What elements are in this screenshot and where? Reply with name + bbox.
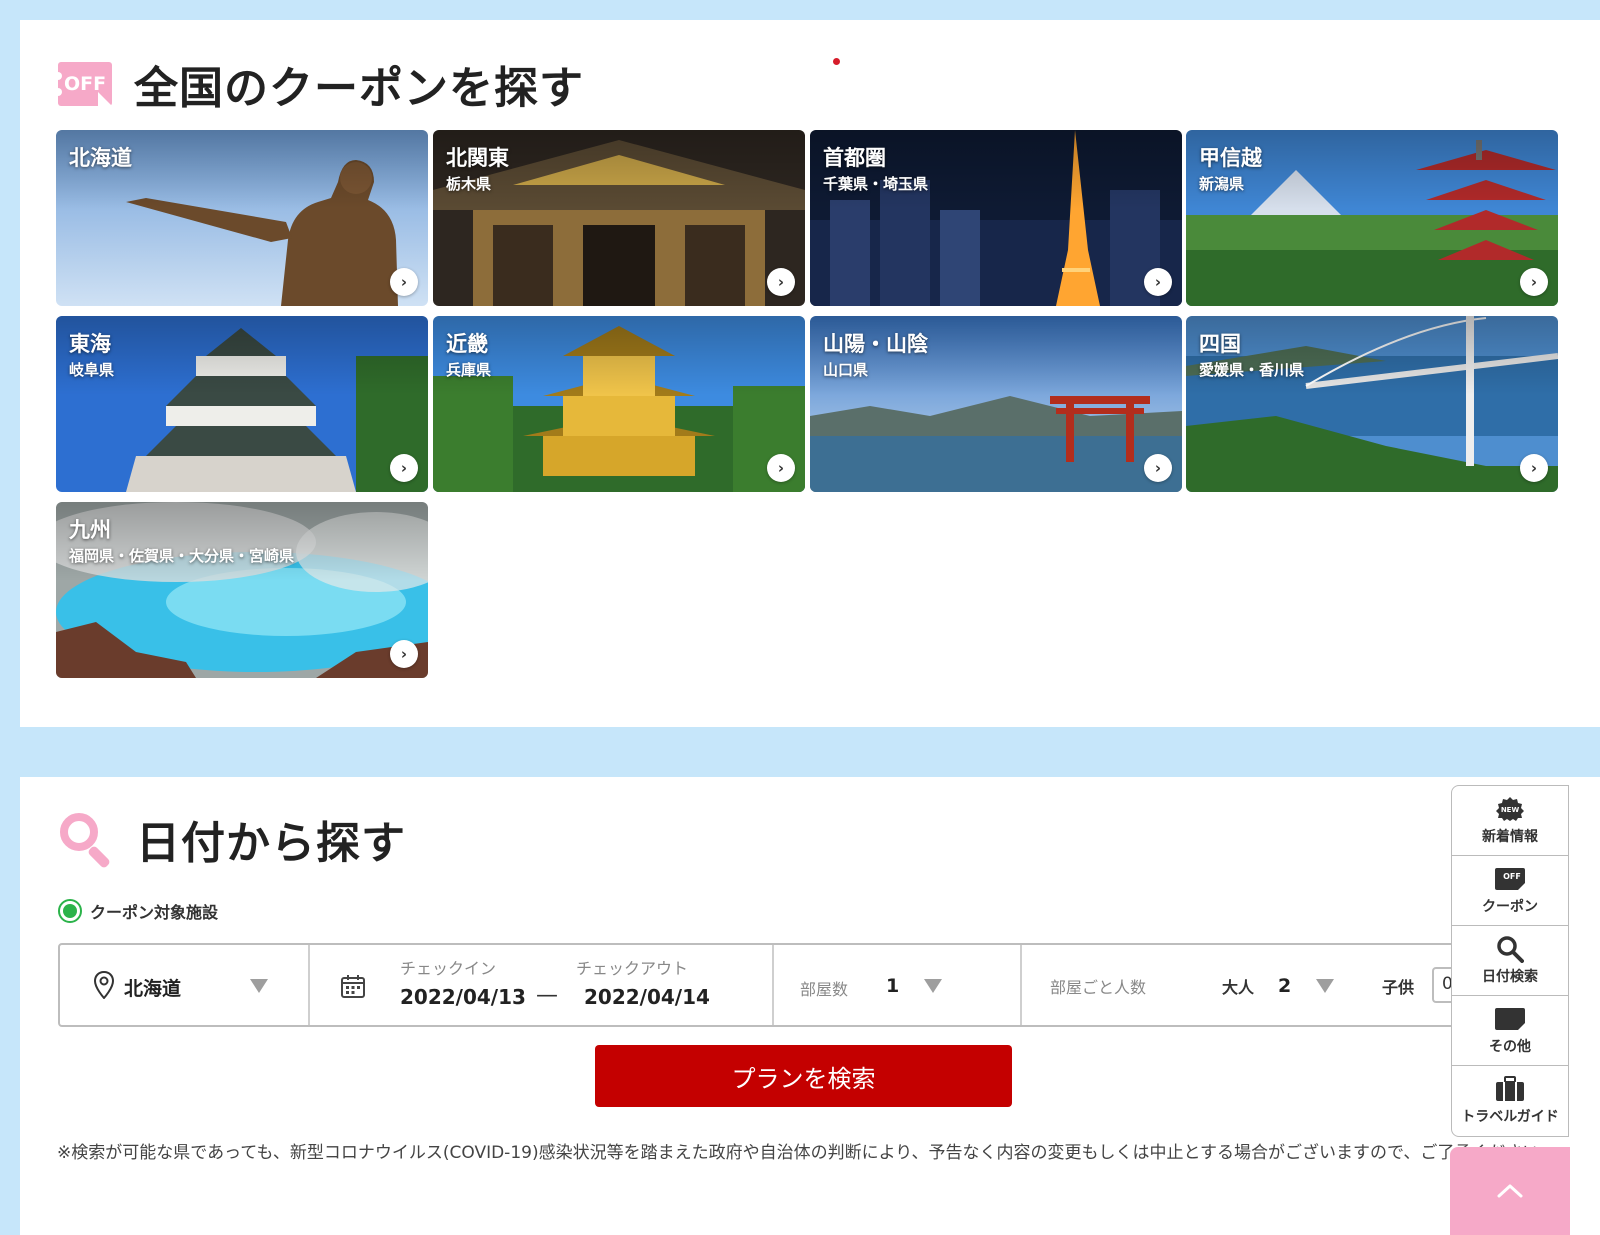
dropdown-arrow-icon — [924, 979, 942, 993]
coupon-section-title: 全国のクーポンを探す — [134, 63, 584, 114]
decorative-dot — [833, 58, 840, 65]
chevron-right-icon: › — [1144, 268, 1172, 296]
chevron-right-icon: › — [390, 454, 418, 482]
checkout-label: チェックアウト — [576, 959, 689, 978]
dropdown-arrow-icon — [1316, 979, 1334, 993]
search-form: 北海道 チェックイン 2022/04/13 — チェックアウト 2022/04/… — [58, 943, 1472, 1027]
location-value: 北海道 — [124, 978, 182, 1000]
side-nav-date-search[interactable]: 日付検索 — [1452, 926, 1568, 996]
checkout-value: 2022/04/14 — [584, 985, 710, 1009]
other-icon — [1494, 1006, 1526, 1032]
floating-side-nav: NEW 新着情報 OFF クーポン 日付検索 その他 トラベルガイド — [1451, 785, 1569, 1137]
chevron-right-icon: › — [390, 268, 418, 296]
region-tile-hokkaido[interactable]: 北海道 › — [56, 130, 428, 306]
region-tile-tokai[interactable]: 東海 岐阜県 › — [56, 316, 428, 492]
chevron-up-icon — [1497, 1184, 1523, 1198]
back-to-top-button[interactable] — [1450, 1147, 1570, 1235]
date-separator: — — [536, 983, 558, 1008]
region-prefectures: 愛媛県・香川県 — [1199, 361, 1305, 379]
date-section-title: 日付から探す — [136, 818, 406, 869]
region-tile-shutoken[interactable]: 首都圏 千葉県・埼玉県 › — [810, 130, 1182, 306]
covid-notice: ※検索が可能な県であっても、新型コロナウイルス(COVID-19)感染状況等を踏… — [57, 1143, 1557, 1163]
side-nav-other[interactable]: その他 — [1452, 996, 1568, 1066]
region-name: 北海道 — [69, 146, 132, 170]
side-nav-label: 新着情報 — [1482, 828, 1538, 845]
map-pin-icon — [94, 971, 114, 999]
side-nav-label: トラベルガイド — [1461, 1109, 1559, 1125]
region-name: 九州 — [69, 518, 111, 542]
region-prefectures: 山口県 — [823, 361, 869, 379]
rooms-select[interactable]: 部屋数 1 — [774, 945, 1020, 1025]
adults-label: 大人 — [1222, 978, 1255, 997]
region-tile-koshinetsu[interactable]: 甲信越 新潟県 › — [1186, 130, 1558, 306]
side-nav-label: クーポン — [1482, 898, 1538, 915]
coupon-section: OFF 全国のクーポンを探す 北海道 › 北関東 栃木県 › 首都圏 千葉県・埼… — [20, 20, 1600, 727]
region-tile-shikoku[interactable]: 四国 愛媛県・香川県 › — [1186, 316, 1558, 492]
region-name: 首都圏 — [823, 146, 886, 170]
adults-select[interactable]: 大人 2 — [1210, 945, 1340, 1025]
region-name: 東海 — [69, 332, 111, 356]
dropdown-arrow-icon — [250, 979, 268, 993]
side-nav-label: 日付検索 — [1482, 968, 1538, 985]
coupon-icon: OFF — [1494, 866, 1526, 892]
side-nav-travel-guide[interactable]: トラベルガイド — [1452, 1066, 1568, 1136]
date-section-header: 日付から探す — [58, 807, 406, 871]
region-name: 山陽・山陰 — [823, 332, 928, 356]
chevron-right-icon: › — [1144, 454, 1172, 482]
region-name: 甲信越 — [1199, 146, 1262, 170]
region-name: 北関東 — [446, 146, 509, 170]
off-coupon-icon: OFF — [54, 62, 112, 106]
region-prefectures: 兵庫県 — [446, 361, 492, 379]
date-search-section: 日付から探す クーポン対象施設 北海道 チェックイン 2022/04/13 — … — [20, 777, 1600, 1235]
chevron-right-icon: › — [767, 268, 795, 296]
calendar-icon — [341, 975, 365, 998]
luggage-icon — [1495, 1076, 1525, 1102]
checkin-value: 2022/04/13 — [400, 985, 526, 1009]
region-name: 四国 — [1199, 332, 1241, 356]
location-select[interactable]: 北海道 — [60, 945, 308, 1025]
region-prefectures: 新潟県 — [1199, 175, 1245, 193]
chevron-right-icon: › — [390, 640, 418, 668]
svg-text:OFF: OFF — [1503, 872, 1521, 881]
region-tile-sanyo-sanin[interactable]: 山陽・山陰 山口県 › — [810, 316, 1182, 492]
search-plans-button[interactable]: プランを検索 — [595, 1045, 1012, 1107]
side-nav-label: その他 — [1489, 1038, 1531, 1055]
region-name: 近畿 — [446, 332, 488, 356]
side-nav-news[interactable]: NEW 新着情報 — [1452, 786, 1568, 856]
coupon-section-header: OFF 全国のクーポンを探す — [54, 52, 584, 116]
region-prefectures: 千葉県・埼玉県 — [823, 175, 929, 193]
search-icon — [1496, 935, 1524, 963]
svg-text:NEW: NEW — [1501, 806, 1520, 814]
region-tile-kita-kanto[interactable]: 北関東 栃木県 › — [433, 130, 805, 306]
region-prefectures: 福岡県・佐賀県・大分県・宮崎県 — [69, 547, 295, 565]
chevron-right-icon: › — [1520, 268, 1548, 296]
chevron-right-icon: › — [1520, 454, 1548, 482]
region-tile-kinki[interactable]: 近畿 兵庫県 › — [433, 316, 805, 492]
region-prefectures: 岐阜県 — [69, 361, 115, 379]
region-tile-kyushu[interactable]: 九州 福岡県・佐賀県・大分県・宮崎県 › — [56, 502, 428, 678]
magnifier-icon — [58, 811, 114, 870]
children-label: 子供 — [1382, 978, 1415, 997]
side-nav-coupon[interactable]: OFF クーポン — [1452, 856, 1568, 926]
date-range-picker[interactable]: チェックイン 2022/04/13 — チェックアウト 2022/04/14 — [310, 945, 772, 1025]
new-badge-icon: NEW — [1495, 796, 1525, 822]
chevron-right-icon: › — [767, 454, 795, 482]
coupon-facility-label: クーポン対象施設 — [90, 903, 219, 922]
rooms-label: 部屋数 — [800, 980, 849, 999]
region-prefectures: 栃木県 — [446, 175, 492, 193]
guests-label: 部屋ごと人数 — [1050, 978, 1147, 997]
rooms-value: 1 — [886, 975, 900, 997]
checkin-label: チェックイン — [400, 959, 497, 978]
coupon-facility-option[interactable]: クーポン対象施設 — [58, 899, 218, 923]
adults-value: 2 — [1278, 975, 1292, 997]
radio-selected-icon[interactable] — [58, 899, 82, 923]
